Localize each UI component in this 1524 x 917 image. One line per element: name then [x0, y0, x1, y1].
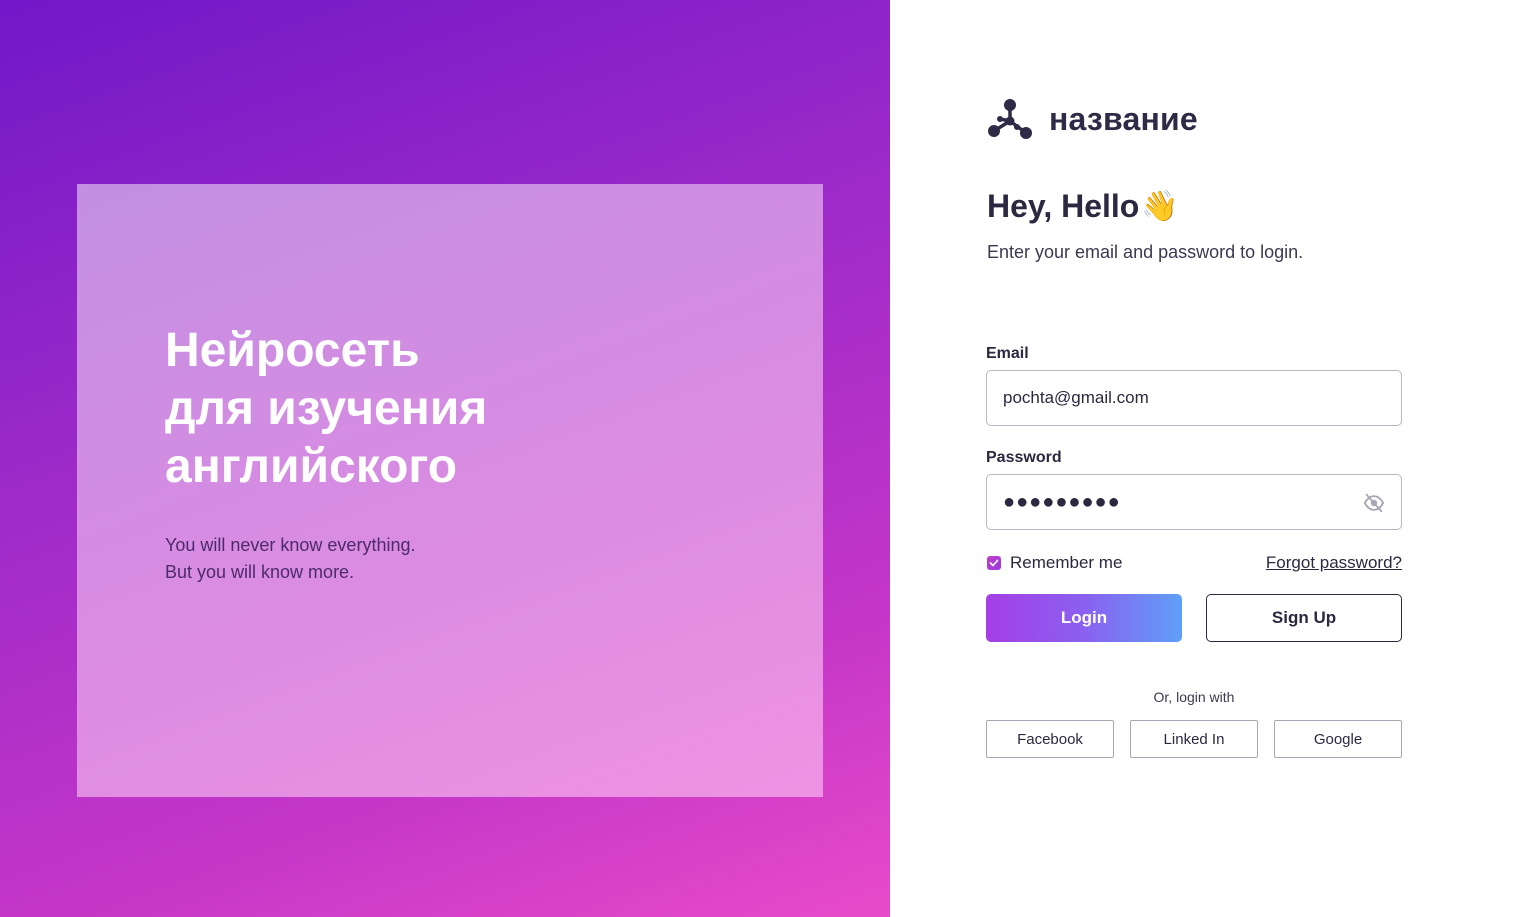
waving-hand-icon: 👋 [1141, 190, 1179, 223]
google-login-button[interactable]: Google [1274, 720, 1402, 758]
remember-me[interactable]: Remember me [987, 553, 1122, 573]
remember-checkbox[interactable] [987, 556, 1001, 570]
email-value: pochta@gmail.com [1003, 388, 1149, 407]
eye-off-icon[interactable] [1363, 492, 1385, 514]
hero-subtitle-line: But you will know more. [165, 562, 355, 582]
remember-label: Remember me [1010, 553, 1123, 572]
password-value: ●●●●●●●●● [1003, 490, 1121, 513]
checkmark-icon [989, 559, 999, 567]
social-login-caption: Or, login with [1153, 689, 1235, 705]
login-button[interactable]: Login [986, 594, 1182, 642]
greeting-title: Hey, Hello 👋 [987, 188, 1179, 225]
linkedin-login-button[interactable]: Linked In [1130, 720, 1258, 758]
forgot-password-link[interactable]: Forgot password? [1266, 553, 1402, 573]
hero-title-line: для изучения [165, 382, 488, 435]
hero-subtitle-line: You will never know everything. [165, 535, 416, 555]
hero-title-line: Нейросеть [165, 324, 420, 377]
password-field[interactable]: ●●●●●●●●● [986, 474, 1402, 530]
brand: название [987, 98, 1198, 140]
login-instruction: Enter your email and password to login. [987, 242, 1304, 262]
hero-title-line: английского [165, 440, 458, 493]
facebook-login-button[interactable]: Facebook [986, 720, 1114, 758]
email-field[interactable]: pochta@gmail.com [986, 370, 1402, 426]
brand-name: название [1049, 100, 1198, 137]
email-label: Email [986, 345, 1029, 362]
hero-title: Нейросеть для изучения английского [165, 322, 665, 496]
greeting-text: Hey, Hello [987, 188, 1140, 224]
network-logo-icon [988, 99, 1032, 139]
hero-subtitle: You will never know everything. But you … [165, 532, 665, 586]
signup-button[interactable]: Sign Up [1206, 594, 1402, 642]
password-label: Password [986, 449, 1062, 466]
